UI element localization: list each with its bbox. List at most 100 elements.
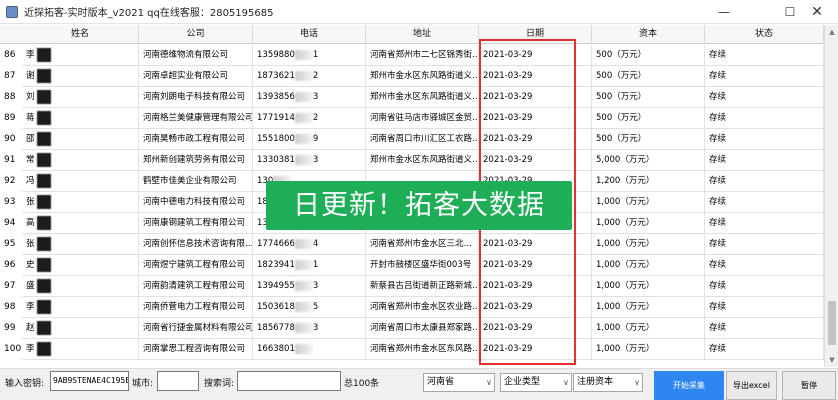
cell-capital[interactable]: 1,000（万元） <box>592 339 705 360</box>
cell-address[interactable]: 河南省郑州市金水区东风路… <box>366 339 479 360</box>
cell-date[interactable]: 2021-03-29 <box>479 297 592 318</box>
table-row[interactable]: 99 赵 河南省行捷金属材料有限公司 1856778 3 河南省周口市太康县郑家路… 202… <box>0 318 824 339</box>
table-row[interactable]: 87 谢 河南卓超实业有限公司 1873621 2 郑州市金水区东风路街道义… 2021-0… <box>0 66 824 87</box>
cell-address[interactable]: 河南省周口市川汇区工农路… <box>366 129 479 150</box>
export-excel-button[interactable]: 导出excel <box>726 371 777 400</box>
cell-address[interactable]: 郑州市金水区东风路街道义… <box>366 150 479 171</box>
cell-name[interactable]: 李 <box>22 339 139 360</box>
start-collect-button[interactable]: 开始采集 <box>654 371 724 400</box>
column-header-name[interactable]: 姓名 <box>22 25 139 44</box>
cell-status[interactable]: 存续 <box>705 171 824 192</box>
cell-date[interactable]: 2021-03-29 <box>479 339 592 360</box>
cell-status[interactable]: 存续 <box>705 87 824 108</box>
cell-phone[interactable]: 1394955 3 <box>253 276 366 297</box>
cell-status[interactable]: 存续 <box>705 150 824 171</box>
cell-name[interactable]: 邵 <box>22 129 139 150</box>
cell-company[interactable]: 河南卓超实业有限公司 <box>139 66 253 87</box>
key-input[interactable]: 9AB9STENAE4C195E14 <box>50 371 129 391</box>
table-row[interactable]: 89 蒋 河南格兰美健康管理有限公司 1771914 2 河南省驻马店市驿城区金贸… 202… <box>0 108 824 129</box>
cell-company[interactable]: 河南德维物流有限公司 <box>139 45 253 66</box>
column-header-status[interactable]: 状态 <box>705 25 824 44</box>
cell-address[interactable]: 开封市鼓楼区盛华街003号 <box>366 255 479 276</box>
cell-name[interactable]: 张 <box>22 192 139 213</box>
cell-status[interactable]: 存续 <box>705 318 824 339</box>
cell-name[interactable]: 张 <box>22 234 139 255</box>
cell-address[interactable]: 河南省周口市太康县郑家路… <box>366 318 479 339</box>
minimize-button[interactable]: — <box>702 0 746 24</box>
cell-capital[interactable]: 500（万元） <box>592 45 705 66</box>
company-type-select[interactable]: 企业类型 ∨ <box>500 373 572 392</box>
column-header-date[interactable]: 日期 <box>479 25 592 44</box>
cell-capital[interactable]: 500（万元） <box>592 129 705 150</box>
cell-company[interactable]: 河南韵清建筑工程有限公司 <box>139 276 253 297</box>
cell-capital[interactable]: 1,000（万元） <box>592 192 705 213</box>
cell-phone[interactable]: 1359880 1 <box>253 45 366 66</box>
cell-name[interactable]: 蒋 <box>22 108 139 129</box>
province-select[interactable]: 河南省 ∨ <box>423 373 495 392</box>
cell-company[interactable]: 河南侨菅电力工程有限公司 <box>139 297 253 318</box>
cell-company[interactable]: 河南中德电力科技有限公司 <box>139 192 253 213</box>
capital-select[interactable]: 注册资本 ∨ <box>573 373 643 392</box>
cell-status[interactable]: 存续 <box>705 213 824 234</box>
cell-address[interactable]: 郑州市金水区东风路街道义… <box>366 66 479 87</box>
cell-company[interactable]: 鹤壁市佳美企业有限公司 <box>139 171 253 192</box>
cell-status[interactable]: 存续 <box>705 339 824 360</box>
cell-capital[interactable]: 500（万元） <box>592 87 705 108</box>
cell-address[interactable]: 河南省郑州市金水区农业路… <box>366 297 479 318</box>
table-row[interactable]: 90 邵 河南昊畅市政工程有限公司 1551800 9 河南省周口市川汇区工农路… 2021… <box>0 129 824 150</box>
cell-date[interactable]: 2021-03-29 <box>479 87 592 108</box>
cell-capital[interactable]: 1,000（万元） <box>592 276 705 297</box>
column-header-phone[interactable]: 电话 <box>253 25 366 44</box>
cell-phone[interactable]: 1774666 4 <box>253 234 366 255</box>
cell-name[interactable]: 冯 <box>22 171 139 192</box>
cell-phone[interactable]: 1330381 3 <box>253 150 366 171</box>
cell-company[interactable]: 河南昊畅市政工程有限公司 <box>139 129 253 150</box>
cell-address[interactable]: 河南省驻马店市驿城区金贸… <box>366 108 479 129</box>
cell-status[interactable]: 存续 <box>705 45 824 66</box>
scroll-up-arrow-icon[interactable]: ▲ <box>828 28 836 36</box>
cell-date[interactable]: 2021-03-29 <box>479 150 592 171</box>
cell-capital[interactable]: 1,000（万元） <box>592 255 705 276</box>
cell-company[interactable]: 河南创怀信息技术咨询有限… <box>139 234 253 255</box>
cell-name[interactable]: 盛 <box>22 276 139 297</box>
cell-phone[interactable]: 1663801 <box>253 339 366 360</box>
cell-status[interactable]: 存续 <box>705 66 824 87</box>
cell-status[interactable]: 存续 <box>705 276 824 297</box>
cell-date[interactable]: 2021-03-29 <box>479 255 592 276</box>
cell-date[interactable]: 2021-03-29 <box>479 108 592 129</box>
cell-capital[interactable]: 500（万元） <box>592 66 705 87</box>
close-button[interactable]: ✕ <box>795 0 838 24</box>
scrollbar-thumb[interactable] <box>828 301 836 345</box>
cell-address[interactable]: 郑州市金水区东风路街道义… <box>366 87 479 108</box>
cell-phone[interactable]: 1771914 2 <box>253 108 366 129</box>
cell-capital[interactable]: 1,000（万元） <box>592 213 705 234</box>
cell-phone[interactable]: 1503618 5 <box>253 297 366 318</box>
cell-company[interactable]: 河南掌思工程咨询有限公司 <box>139 339 253 360</box>
cell-phone[interactable]: 1856778 3 <box>253 318 366 339</box>
cell-date[interactable]: 2021-03-29 <box>479 234 592 255</box>
table-row[interactable]: 100 李 河南掌思工程咨询有限公司 1663801 河南省郑州市金水区东风路… 2021… <box>0 339 824 360</box>
cell-name[interactable]: 谢 <box>22 66 139 87</box>
cell-phone[interactable]: 1873621 2 <box>253 66 366 87</box>
cell-date[interactable]: 2021-03-29 <box>479 276 592 297</box>
pause-button[interactable]: 暂停 <box>782 371 836 400</box>
search-input[interactable] <box>237 371 341 391</box>
cell-capital[interactable]: 1,000（万元） <box>592 297 705 318</box>
cell-capital[interactable]: 1,000（万元） <box>592 318 705 339</box>
cell-address[interactable]: 新蔡县古吕街道新正路新城… <box>366 276 479 297</box>
cell-date[interactable]: 2021-03-29 <box>479 45 592 66</box>
table-row[interactable]: 96 史 河南煜宁建筑工程有限公司 1823941 1 开封市鼓楼区盛华街003号 2021… <box>0 255 824 276</box>
table-row[interactable]: 86 李 河南德维物流有限公司 1359880 1 河南省郑州市二七区锦秀街… 2021-0… <box>0 45 824 66</box>
cell-capital[interactable]: 500（万元） <box>592 108 705 129</box>
column-header-capital[interactable]: 资本 <box>592 25 705 44</box>
cell-date[interactable]: 2021-03-29 <box>479 66 592 87</box>
cell-name[interactable]: 李 <box>22 45 139 66</box>
table-row[interactable]: 98 李 河南侨菅电力工程有限公司 1503618 5 河南省郑州市金水区农业路… 2021… <box>0 297 824 318</box>
table-row[interactable]: 97 盛 河南韵清建筑工程有限公司 1394955 3 新蔡县古吕街道新正路新城… 2021… <box>0 276 824 297</box>
cell-status[interactable]: 存续 <box>705 192 824 213</box>
cell-address[interactable]: 河南省郑州市金水区三北… <box>366 234 479 255</box>
vertical-scrollbar[interactable]: ▲ ▼ <box>824 25 838 367</box>
cell-name[interactable]: 史 <box>22 255 139 276</box>
cell-status[interactable]: 存续 <box>705 255 824 276</box>
city-input[interactable] <box>157 371 199 391</box>
